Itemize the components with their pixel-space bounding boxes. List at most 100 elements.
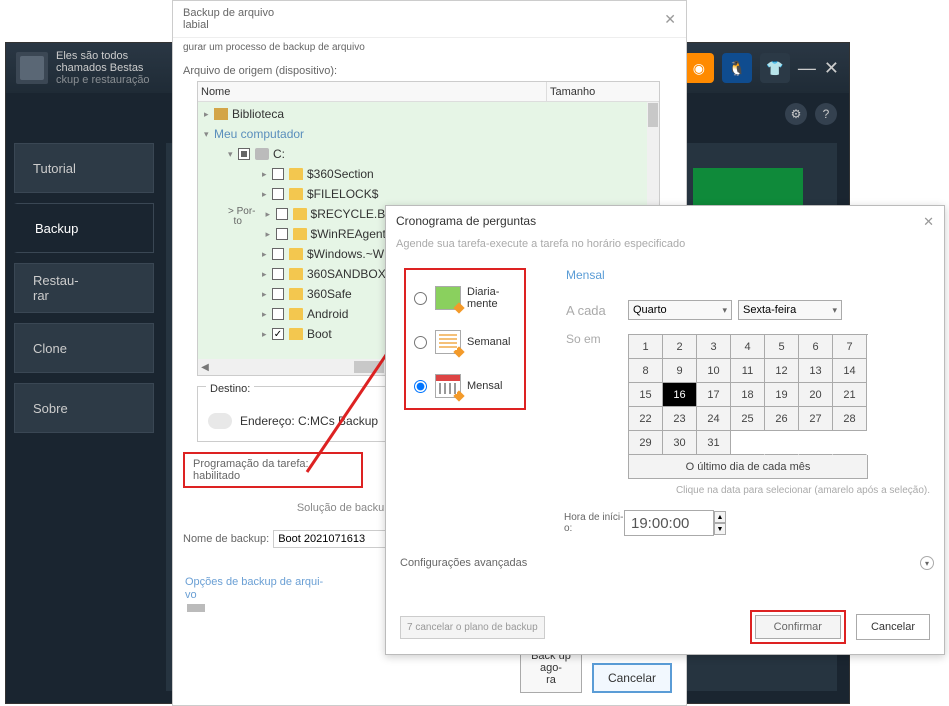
day-cell-26[interactable]: 26 bbox=[765, 407, 799, 431]
time-input[interactable]: 19:00:00 bbox=[624, 510, 714, 536]
day-cell-27[interactable]: 27 bbox=[799, 407, 833, 431]
cancel-button[interactable]: Cancelar bbox=[592, 663, 672, 693]
chevron-down-icon[interactable]: ▾ bbox=[920, 556, 934, 570]
title-line2: chamados Bestas bbox=[56, 62, 150, 74]
folder-icon bbox=[289, 188, 303, 200]
day-cell-4[interactable]: 4 bbox=[731, 335, 765, 359]
week-ordinal-combo[interactable]: Quarto bbox=[628, 300, 732, 320]
tree-mycomputer[interactable]: ▾Meu computador bbox=[198, 124, 659, 144]
day-cell-18[interactable]: 18 bbox=[731, 383, 765, 407]
radio-weekly[interactable] bbox=[414, 336, 427, 349]
day-cell-2[interactable]: 2 bbox=[663, 335, 697, 359]
qq-icon[interactable]: 🐧 bbox=[722, 53, 752, 83]
day-cell-8[interactable]: 8 bbox=[629, 359, 663, 383]
close-app-button[interactable]: ✕ bbox=[824, 58, 839, 79]
nav-restore[interactable]: Restau- rar bbox=[14, 263, 154, 313]
day-cell-7[interactable]: 7 bbox=[833, 335, 867, 359]
tree-mycomputer-label: Meu computador bbox=[214, 127, 304, 141]
advanced-row[interactable]: Configurações avançadas ▾ bbox=[400, 556, 934, 570]
checkbox[interactable] bbox=[272, 268, 284, 280]
source-label: Arquivo de origem (dispositivo): bbox=[173, 61, 686, 81]
day-cell-12[interactable]: 12 bbox=[765, 359, 799, 383]
tshirt-icon[interactable]: 👕 bbox=[760, 53, 790, 83]
tree-item-0[interactable]: ▸$360Section bbox=[198, 164, 659, 184]
item-6-label: 360Safe bbox=[307, 287, 352, 301]
freq-weekly[interactable]: Semanal bbox=[406, 320, 524, 364]
weibo-icon[interactable]: ◉ bbox=[684, 53, 714, 83]
item-0-label: $360Section bbox=[307, 167, 374, 181]
day-cell-25[interactable]: 25 bbox=[731, 407, 765, 431]
checkbox[interactable] bbox=[272, 188, 284, 200]
help-icon[interactable]: ? bbox=[815, 103, 837, 125]
day-cell-17[interactable]: 17 bbox=[697, 383, 731, 407]
day-cell-30[interactable]: 30 bbox=[663, 431, 697, 455]
tree-c-drive[interactable]: ▾C: bbox=[198, 144, 659, 164]
calendar-daily-icon bbox=[435, 286, 461, 310]
checkbox-c[interactable] bbox=[238, 148, 250, 160]
day-cell-29[interactable]: 29 bbox=[629, 431, 663, 455]
dialog1-close-button[interactable]: ✕ bbox=[664, 11, 676, 28]
nav-backup[interactable]: Backup bbox=[14, 203, 154, 253]
spin-up[interactable]: ▲ bbox=[714, 511, 726, 523]
radio-daily[interactable] bbox=[414, 292, 427, 305]
day-cell-28[interactable]: 28 bbox=[833, 407, 867, 431]
gear-icon[interactable]: ⚙ bbox=[785, 103, 807, 125]
dialog1-instruction: gurar um processo de backup de arquivo bbox=[173, 38, 686, 61]
day-cell-10[interactable]: 10 bbox=[697, 359, 731, 383]
dialog2-close-button[interactable]: ✕ bbox=[923, 214, 934, 230]
tree-biblioteca[interactable]: ▸Biblioteca bbox=[198, 104, 659, 124]
nav-tutorial[interactable]: Tutorial bbox=[14, 143, 154, 193]
dialog2-cancel-button[interactable]: Cancelar bbox=[856, 614, 930, 640]
checkbox[interactable] bbox=[272, 248, 284, 260]
day-cell-5[interactable]: 5 bbox=[765, 335, 799, 359]
day-cell-15[interactable]: 15 bbox=[629, 383, 663, 407]
weekday-combo[interactable]: Sexta-feira bbox=[738, 300, 842, 320]
checkbox[interactable] bbox=[272, 308, 284, 320]
checkbox-boot[interactable] bbox=[272, 328, 284, 340]
day-cell-3[interactable]: 3 bbox=[697, 335, 731, 359]
day-cell-9[interactable]: 9 bbox=[663, 359, 697, 383]
day-cell-6[interactable]: 6 bbox=[799, 335, 833, 359]
cancel-plan-button[interactable]: 7 cancelar o plano de backup bbox=[400, 616, 545, 639]
item-4-label: $Windows.~W bbox=[307, 247, 384, 261]
start-time-row: Hora de iníci- o: 19:00:00 ▲ ▼ bbox=[564, 510, 944, 536]
hscroll-thumb[interactable] bbox=[354, 361, 384, 373]
calendar-weekly-icon bbox=[435, 330, 461, 354]
nav-about[interactable]: Sobre bbox=[14, 383, 154, 433]
item-8-label: Boot bbox=[307, 327, 332, 341]
day-cell-21[interactable]: 21 bbox=[833, 383, 867, 407]
frequency-box: Diaria- mente Semanal Mensal bbox=[404, 268, 526, 410]
checkbox[interactable] bbox=[272, 288, 284, 300]
backup-name-input[interactable] bbox=[273, 530, 403, 548]
day-cell-23[interactable]: 23 bbox=[663, 407, 697, 431]
day-cell-13[interactable]: 13 bbox=[799, 359, 833, 383]
folder-icon bbox=[293, 228, 307, 240]
checkbox[interactable] bbox=[276, 228, 288, 240]
day-cell-14[interactable]: 14 bbox=[833, 359, 867, 383]
checkbox[interactable] bbox=[272, 168, 284, 180]
day-cell-1[interactable]: 1 bbox=[629, 335, 663, 359]
folder-icon bbox=[289, 248, 303, 260]
minimize-button[interactable]: — bbox=[798, 58, 816, 79]
day-cell-19[interactable]: 19 bbox=[765, 383, 799, 407]
nav-clone[interactable]: Clone bbox=[14, 323, 154, 373]
day-cell-16[interactable]: 16 bbox=[663, 383, 697, 407]
tree-item-1[interactable]: ▸$FILELOCK$ bbox=[198, 184, 659, 204]
day-cell-31[interactable]: 31 bbox=[697, 431, 731, 455]
last-day-button[interactable]: O último dia de cada mês bbox=[628, 455, 868, 479]
dest-legend: Destino: bbox=[206, 383, 254, 395]
radio-monthly[interactable] bbox=[414, 380, 427, 393]
freq-monthly[interactable]: Mensal bbox=[406, 364, 524, 408]
schedule-task-box[interactable]: Programação da tarefa: habilitado bbox=[183, 452, 363, 488]
day-cell-20[interactable]: 20 bbox=[799, 383, 833, 407]
drive-icon bbox=[255, 148, 269, 160]
day-cell-22[interactable]: 22 bbox=[629, 407, 663, 431]
day-cell-24[interactable]: 24 bbox=[697, 407, 731, 431]
freq-daily[interactable]: Diaria- mente bbox=[406, 276, 524, 320]
spin-down[interactable]: ▼ bbox=[714, 523, 726, 535]
checkbox[interactable] bbox=[276, 208, 288, 220]
combo1-value: Quarto bbox=[633, 304, 667, 316]
confirm-button[interactable]: Confirmar bbox=[755, 615, 841, 639]
vscroll-thumb[interactable] bbox=[648, 103, 658, 127]
day-cell-11[interactable]: 11 bbox=[731, 359, 765, 383]
